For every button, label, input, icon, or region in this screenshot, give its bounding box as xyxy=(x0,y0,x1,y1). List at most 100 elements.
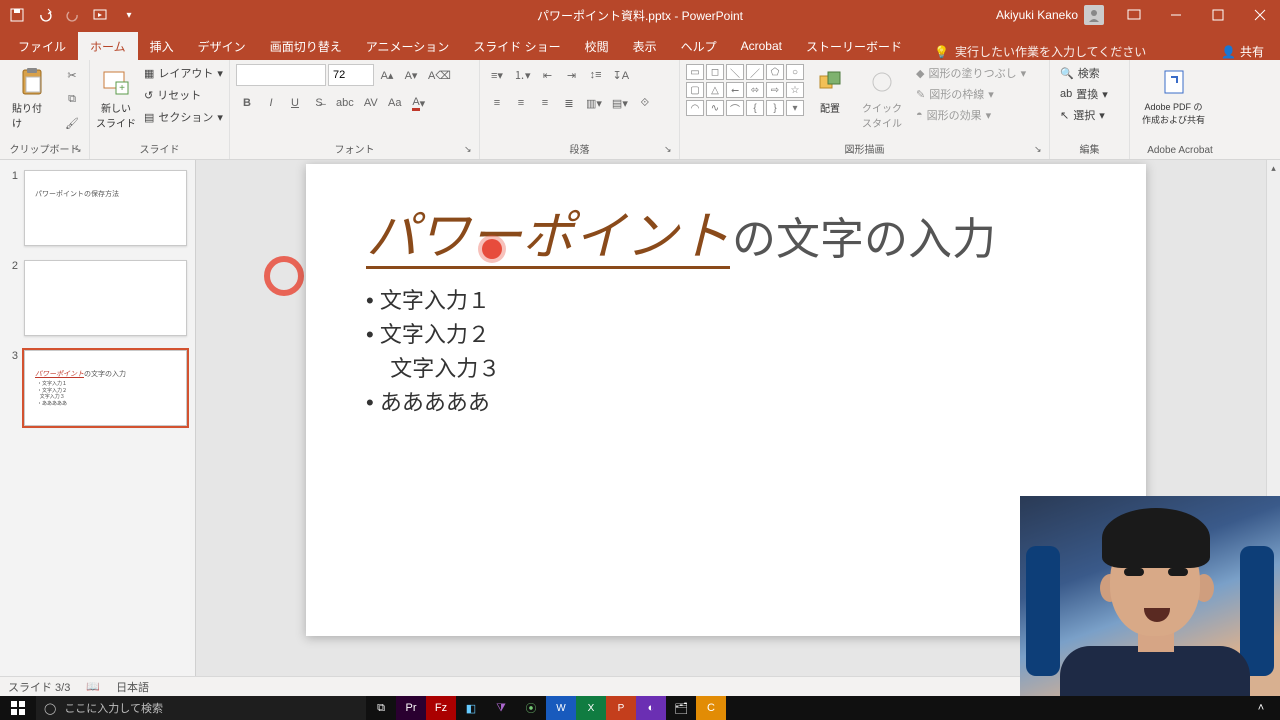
align-center-icon[interactable]: ≡ xyxy=(510,92,532,114)
bullet-2b: 文字入力３ xyxy=(366,352,500,386)
increase-font-icon[interactable]: A▴ xyxy=(376,64,398,86)
new-slide-button[interactable]: + 新しい スライド xyxy=(96,64,136,132)
align-text-icon[interactable]: ▤▾ xyxy=(608,92,632,114)
shape-effects-button[interactable]: ◓ 図形の効果 ▾ xyxy=(912,106,1030,124)
from-beginning-icon[interactable] xyxy=(88,2,114,28)
thumbnail-1[interactable]: 1 パワーポイントの保存方法 xyxy=(0,164,195,254)
font-family-select[interactable] xyxy=(236,64,326,86)
paragraph-launcher-icon[interactable]: ↘ xyxy=(664,144,676,156)
app-generic-icon[interactable]: ◧ xyxy=(456,696,486,720)
paste-button[interactable]: 貼り付け xyxy=(6,64,57,132)
slide-counter[interactable]: スライド 3/3 xyxy=(8,679,70,695)
shapes-gallery[interactable]: ▭◻＼／⬠○ ▢△⭠⬄⇨☆ ◠∿⌒{}▾ xyxy=(686,64,804,116)
group-slides: + 新しい スライド ▦ レイアウト ▾ ↺ リセット ▤ セクション ▾ スラ… xyxy=(90,60,230,159)
tab-view[interactable]: 表示 xyxy=(621,32,669,60)
shadow-button[interactable]: abc xyxy=(332,92,358,114)
decrease-font-icon[interactable]: A▾ xyxy=(400,64,422,86)
bullets-icon[interactable]: ≡▾ xyxy=(486,64,508,86)
char-spacing-icon[interactable]: AV xyxy=(360,92,382,114)
strike-button[interactable]: S̶ xyxy=(308,92,330,114)
align-left-icon[interactable]: ≡ xyxy=(486,92,508,114)
minimize-button[interactable] xyxy=(1156,0,1196,30)
user-account[interactable]: Akiyuki Kaneko xyxy=(988,5,1112,25)
tab-transitions[interactable]: 画面切り替え xyxy=(258,32,354,60)
indent-inc-icon[interactable]: ⇥ xyxy=(561,64,583,86)
indent-dec-icon[interactable]: ⇤ xyxy=(537,64,559,86)
ribbon-display-icon[interactable] xyxy=(1114,0,1154,30)
clipboard-launcher-icon[interactable]: ↘ xyxy=(74,144,86,156)
scroll-up-icon[interactable]: ▴ xyxy=(1267,160,1280,176)
app-camtasia-icon[interactable]: C xyxy=(696,696,726,720)
smartart-icon[interactable]: ⟐ xyxy=(634,92,656,114)
tab-slideshow[interactable]: スライド ショー xyxy=(461,32,572,60)
tab-acrobat[interactable]: Acrobat xyxy=(729,32,794,60)
justify-icon[interactable]: ≣ xyxy=(558,92,580,114)
font-color-icon[interactable]: A▾ xyxy=(408,92,430,114)
thumbnail-3[interactable]: 3 パワーポイントの文字の入力 ・文字入力１・文字入力２ 文字入力３・あああああ xyxy=(0,344,195,434)
app-purple-icon[interactable]: ◐ xyxy=(636,696,666,720)
clipboard-icon xyxy=(16,66,48,98)
format-painter-icon[interactable]: 🖌 xyxy=(61,112,83,134)
cut-icon[interactable]: ✂ xyxy=(61,64,83,86)
maximize-button[interactable] xyxy=(1198,0,1238,30)
italic-button[interactable]: I xyxy=(260,92,282,114)
app-excel-icon[interactable]: X xyxy=(576,696,606,720)
reset-button[interactable]: ↺ リセット xyxy=(140,86,227,104)
arrange-button[interactable]: 配置 xyxy=(808,64,852,117)
app-powerpoint-icon[interactable]: P xyxy=(606,696,636,720)
app-premiere-icon[interactable]: Pr xyxy=(396,696,426,720)
select-button[interactable]: ↖ 選択 ▾ xyxy=(1056,106,1109,124)
tab-home[interactable]: ホーム xyxy=(78,32,138,60)
tab-storyboard[interactable]: ストーリーボード xyxy=(794,32,914,60)
create-pdf-button[interactable]: Adobe PDF の 作成および共有 xyxy=(1136,64,1211,128)
align-right-icon[interactable]: ≡ xyxy=(534,92,556,114)
change-case-icon[interactable]: Aa xyxy=(384,92,406,114)
numbering-icon[interactable]: ⒈▾ xyxy=(510,64,535,86)
qat-customize-icon[interactable]: ▾ xyxy=(116,2,142,28)
undo-icon[interactable] xyxy=(32,2,58,28)
share-button[interactable]: 👤 共有 xyxy=(1221,43,1280,60)
spellcheck-icon[interactable]: 📖 xyxy=(86,680,100,693)
slide-body[interactable]: 文字入力１ 文字入力２ 文字入力３ あああああ xyxy=(366,284,500,420)
section-button[interactable]: ▤ セクション ▾ xyxy=(140,108,227,126)
redo-icon[interactable] xyxy=(60,2,86,28)
shape-outline-button[interactable]: ✎ 図形の枠線 ▾ xyxy=(912,85,1030,103)
tell-me-search[interactable]: 💡 実行したい作業を入力してください xyxy=(934,43,1146,60)
columns-icon[interactable]: ▥▾ xyxy=(582,92,606,114)
quick-styles-button[interactable]: クイック スタイル xyxy=(856,64,908,132)
language-indicator[interactable]: 日本語 xyxy=(116,679,149,695)
app-atom-icon[interactable]: ⦿ xyxy=(516,696,546,720)
tray-chevron-icon[interactable]: ˄ xyxy=(1246,696,1276,720)
replace-button[interactable]: ab 置換 ▾ xyxy=(1056,85,1112,103)
text-direction-icon[interactable]: ↧A xyxy=(609,64,634,86)
app-misc-icon[interactable]: 🗂 xyxy=(666,696,696,720)
line-spacing-icon[interactable]: ↕≡ xyxy=(585,64,607,86)
slide-title[interactable]: パワーポイントの文字の入力 xyxy=(366,194,996,269)
task-view-icon[interactable]: ⧉ xyxy=(366,696,396,720)
copy-icon[interactable]: ⧉ xyxy=(61,88,83,110)
tab-design[interactable]: デザイン xyxy=(186,32,258,60)
shape-fill-button[interactable]: ◆ 図形の塗りつぶし ▾ xyxy=(912,64,1030,82)
find-button[interactable]: 🔍 検索 xyxy=(1056,64,1104,82)
bullet-1: 文字入力１ xyxy=(366,284,500,318)
taskbar-search[interactable]: ◯ ここに入力して検索 xyxy=(36,696,366,720)
font-launcher-icon[interactable]: ↘ xyxy=(464,144,476,156)
font-size-select[interactable] xyxy=(328,64,374,86)
app-filezilla-icon[interactable]: Fz xyxy=(426,696,456,720)
close-button[interactable] xyxy=(1240,0,1280,30)
drawing-launcher-icon[interactable]: ↘ xyxy=(1034,144,1046,156)
save-icon[interactable] xyxy=(4,2,30,28)
app-word-icon[interactable]: W xyxy=(546,696,576,720)
bold-button[interactable]: B xyxy=(236,92,258,114)
tab-help[interactable]: ヘルプ xyxy=(669,32,729,60)
layout-button[interactable]: ▦ レイアウト ▾ xyxy=(140,64,227,82)
clear-format-icon[interactable]: A⌫ xyxy=(424,64,455,86)
start-button[interactable] xyxy=(0,696,36,720)
tab-animations[interactable]: アニメーション xyxy=(354,32,462,60)
underline-button[interactable]: U xyxy=(284,92,306,114)
tab-review[interactable]: 校閲 xyxy=(573,32,621,60)
tab-file[interactable]: ファイル xyxy=(6,32,78,60)
tab-insert[interactable]: 挿入 xyxy=(138,32,186,60)
app-vs-icon[interactable]: ⧩ xyxy=(486,696,516,720)
thumbnail-2[interactable]: 2 xyxy=(0,254,195,344)
